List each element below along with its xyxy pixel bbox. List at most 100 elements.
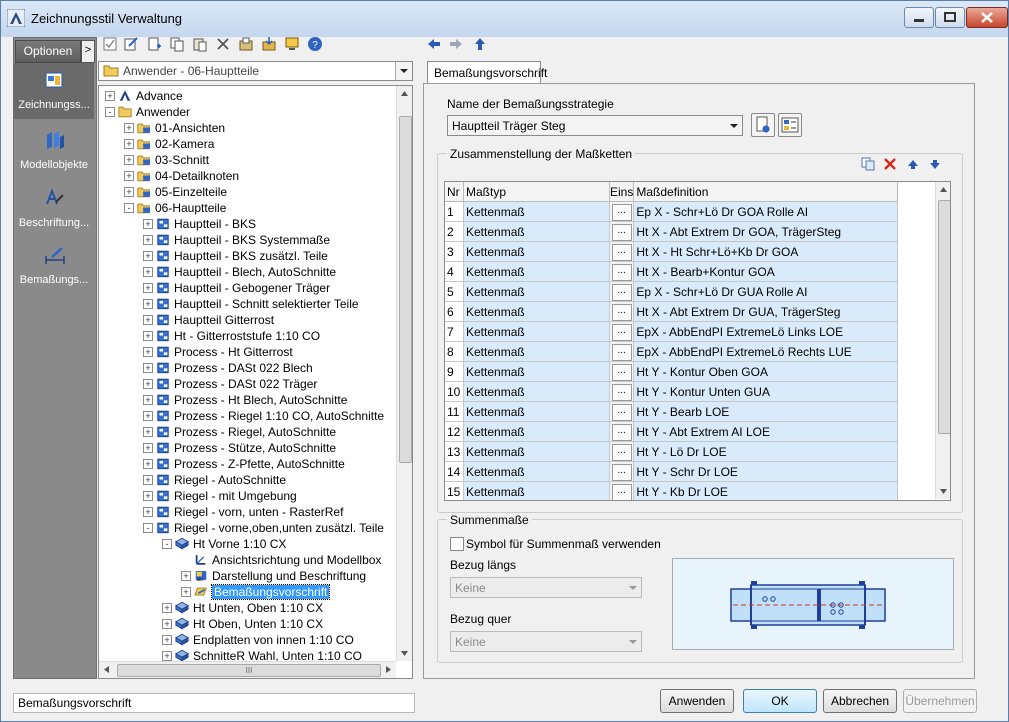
tree-node[interactable]: abc Darstellung und Beschriftung [194,568,366,584]
browse-button[interactable]: ... [611,204,632,221]
table-row[interactable]: 3 Kettenmaß... Ht X - Ht Schr+Lö+Kb Dr GOA [445,241,899,262]
tree-node[interactable]: Advance [118,88,183,104]
browse-button[interactable]: ... [611,364,632,381]
tree-horizontal-scrollbar[interactable]: III [99,661,396,678]
table-row[interactable]: 6 Kettenmaß... Ht X - Abt Extrem Dr GUA, T… [445,301,899,322]
scroll-right-icon[interactable] [381,662,396,677]
browse-button[interactable]: ... [611,384,632,401]
tree-node[interactable]: Hauptteil - Gebogener Träger [156,280,330,296]
tree-expander[interactable]: + [143,379,153,389]
tree-expander[interactable]: + [143,251,153,261]
tree-expander[interactable]: + [143,395,153,405]
new-style-icon[interactable] [146,36,162,52]
help-icon[interactable]: ? [307,36,323,52]
sum-symbol-checkbox[interactable] [450,537,464,551]
arrow-right-icon[interactable] [448,36,464,52]
table-row[interactable]: 10 Kettenmaß... Ht Y - Kontur Unten GUA [445,381,899,402]
table-row[interactable]: 2 Kettenmaß... Ht X - Abt Extrem Dr GOA, T… [445,221,899,242]
dimension-definition-cell[interactable]: Ht Y - Lö Dr LOE [633,441,899,462]
column-header-nr[interactable]: Nr [445,182,464,202]
tree-expander[interactable]: + [181,571,191,581]
dimension-definition-cell[interactable]: Ht Y - Kontur Oben GOA [633,361,899,382]
dimension-definition-cell[interactable]: Ep X - Schr+Lö Dr GUA Rolle AI [633,281,899,302]
dimension-type-cell[interactable]: Kettenmaß [463,481,610,500]
edit-style-icon[interactable] [123,36,139,52]
move-up-icon[interactable] [906,156,920,172]
table-vertical-scrollbar[interactable] [935,182,950,499]
scroll-left-icon[interactable] [99,662,114,677]
tree-expander[interactable]: + [124,187,134,197]
dimension-definition-cell[interactable]: Ht X - Bearb+Kontur GOA [633,261,899,282]
tree-node[interactable]: Hauptteil - Schnitt selektierter Teile [156,296,359,312]
browse-button[interactable]: ... [611,224,632,241]
dimension-definition-cell[interactable]: Ht X - Abt Extrem Dr GUA, TrägerSteg [633,301,899,322]
dimension-definition-cell[interactable]: Ht Y - Kb Dr LOE [633,481,899,500]
dimension-chain-table[interactable]: Nr Maßtyp Eins Maßdefinition 1 Kettenmaß.… [444,181,951,501]
tree-node[interactable]: Prozess - DASt 022 Blech [156,360,313,376]
tree-expander[interactable]: + [143,219,153,229]
dimension-type-cell[interactable]: Kettenmaß [463,261,610,282]
browse-button[interactable]: ... [611,444,632,461]
copy-row-icon[interactable] [860,156,876,172]
tree-node[interactable]: Prozess - Z-Pfette, AutoSchnitte [156,456,345,472]
dimension-type-cell[interactable]: Kettenmaß [463,421,610,442]
tree-expander[interactable]: + [181,587,191,597]
dimension-type-cell[interactable]: Kettenmaß [463,381,610,402]
table-row[interactable]: 15 Kettenmaß... Ht Y - Kb Dr LOE [445,481,899,500]
browse-button[interactable]: ... [611,344,632,361]
tree-expander[interactable]: + [143,315,153,325]
dimension-definition-cell[interactable]: Ht X - Ht Schr+Lö+Kb Dr GOA [633,241,899,262]
edit-strategy-button[interactable] [751,113,775,137]
dimension-definition-cell[interactable]: Ht Y - Schr Dr LOE [633,461,899,482]
tree-expander[interactable]: + [143,363,153,373]
browse-button[interactable]: ... [611,424,632,441]
take-over-button[interactable]: Übernehmen [903,689,977,713]
tree-expander[interactable]: + [143,427,153,437]
table-row[interactable]: 4 Kettenmaß... Ht X - Bearb+Kontur GOA [445,261,899,282]
tree-expander[interactable]: + [143,235,153,245]
browse-button[interactable]: ... [611,404,632,421]
column-header-type[interactable]: Maßtyp [463,182,610,202]
dimension-type-cell[interactable]: Kettenmaß [463,361,610,382]
reference-cross-select[interactable]: Keine [450,631,642,652]
strategy-list-button[interactable] [778,113,802,137]
export-icon[interactable] [238,36,254,52]
strategy-select[interactable]: Hauptteil Träger Steg [447,115,743,136]
table-row[interactable]: 13 Kettenmaß... Ht Y - Lö Dr LOE [445,441,899,462]
tree-expander[interactable]: + [162,603,172,613]
tree-node[interactable]: Hauptteil - BKS Systemmaße [156,232,330,248]
tree-expander[interactable]: + [143,411,153,421]
maximize-button[interactable] [935,7,965,28]
browse-button[interactable]: ... [611,484,632,500]
delete-icon[interactable] [215,36,231,52]
browse-button[interactable]: ... [611,284,632,301]
tree-node[interactable]: Prozess - Riegel, AutoSchnitte [156,424,336,440]
import-icon[interactable] [261,36,277,52]
tree-path-combobox[interactable]: Anwender - 06-Hauptteile [98,61,413,81]
tree-expander[interactable]: + [143,459,153,469]
tree-node[interactable]: Ansichtsrichtung und Modellbox [194,552,381,568]
close-button[interactable] [966,7,1008,28]
tree-expander[interactable]: + [124,123,134,133]
dimension-type-cell[interactable]: Kettenmaß [463,201,610,222]
nav-item-model-objects[interactable]: Modellobjekte [14,123,94,179]
tree-expander[interactable]: + [124,171,134,181]
minimize-button[interactable] [904,7,934,28]
dimension-type-cell[interactable]: Kettenmaß [463,321,610,342]
tree-vertical-scrollbar[interactable] [396,86,412,661]
preview-icon[interactable] [284,36,300,52]
dimension-type-cell[interactable]: Kettenmaß [463,221,610,242]
nav-item-labeling[interactable]: Beschriftung... [14,181,94,237]
scroll-down-icon[interactable] [397,646,412,661]
tree-node[interactable]: Hauptteil - BKS zusätzl. Teile [156,248,328,264]
tree-node[interactable]: Riegel - mit Umgebung [156,488,297,504]
options-expand-button[interactable]: > [81,40,95,63]
reference-long-select[interactable]: Keine [450,577,642,598]
tree-node[interactable]: Ht Vorne 1:10 CX [175,536,286,552]
dimension-type-cell[interactable]: Kettenmaß [463,301,610,322]
tree-vertical-scroll-thumb[interactable] [399,116,412,463]
table-row[interactable]: 1 Kettenmaß... Ep X - Schr+Lö Dr GOA Rolle… [445,201,899,222]
nav-item-dimensions[interactable]: Bemaßungs... [14,238,94,294]
dimension-type-cell[interactable]: Kettenmaß [463,341,610,362]
arrow-left-icon[interactable] [426,36,442,52]
